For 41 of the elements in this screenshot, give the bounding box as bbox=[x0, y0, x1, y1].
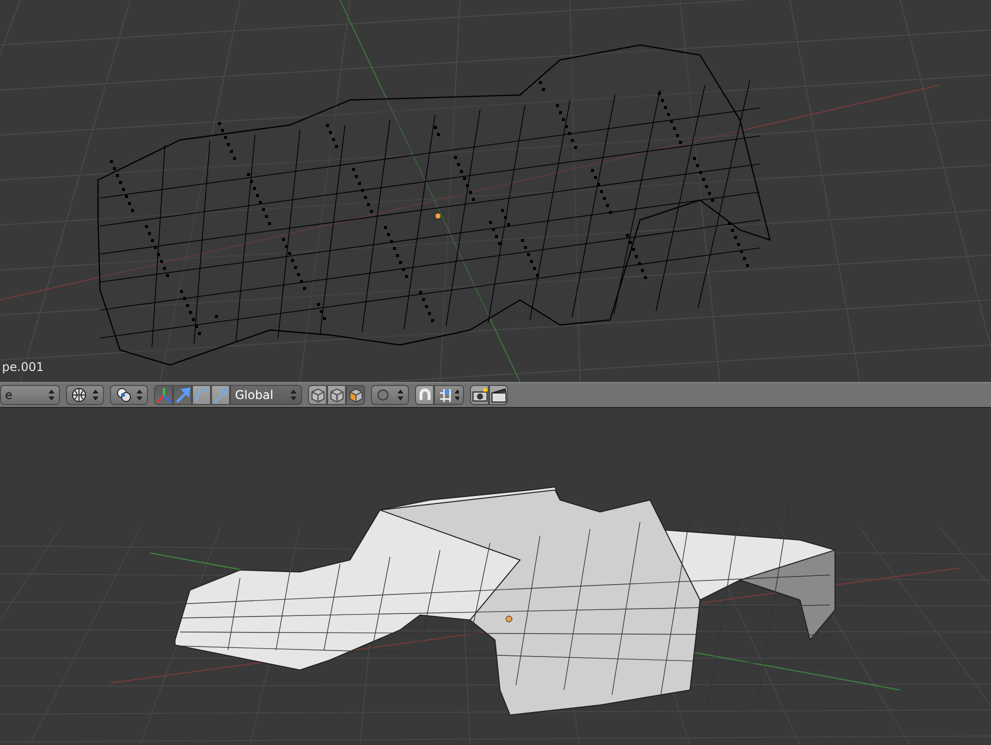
edge-select-toggle[interactable] bbox=[327, 385, 346, 405]
updown-icon bbox=[397, 389, 404, 401]
axes-toggle[interactable] bbox=[154, 385, 173, 405]
3d-viewport[interactable] bbox=[0, 407, 991, 745]
updown-icon bbox=[454, 389, 459, 401]
camera-icon bbox=[472, 387, 488, 403]
updown-icon bbox=[92, 389, 99, 401]
scale-toggle[interactable] bbox=[211, 385, 230, 405]
3d-viewport[interactable]: pe.001 bbox=[0, 0, 991, 382]
cube-icon bbox=[310, 387, 326, 403]
cube-icon bbox=[328, 387, 344, 403]
face-select-toggle[interactable] bbox=[346, 385, 365, 405]
magnet-icon bbox=[416, 387, 432, 403]
render-still-button[interactable] bbox=[470, 385, 489, 405]
pivot-icon bbox=[115, 387, 133, 403]
axes-icon bbox=[155, 386, 172, 404]
rotate-toggle[interactable] bbox=[192, 385, 211, 405]
orientation-dropdown[interactable]: Global bbox=[230, 385, 302, 405]
arc-icon bbox=[193, 386, 210, 404]
scale-handle-icon bbox=[212, 386, 229, 404]
snap-grid-icon bbox=[439, 387, 451, 403]
vertex-select-toggle[interactable] bbox=[308, 385, 327, 405]
cube-icon bbox=[348, 387, 364, 403]
translate-toggle[interactable] bbox=[173, 385, 192, 405]
origin-dot-icon bbox=[434, 212, 442, 220]
proportional-dropdown[interactable] bbox=[371, 385, 409, 405]
render-animation-button[interactable] bbox=[489, 385, 508, 405]
updown-icon bbox=[48, 389, 55, 401]
pivot-dropdown[interactable] bbox=[110, 385, 148, 405]
snap-element-dropdown[interactable] bbox=[434, 385, 464, 405]
updown-icon bbox=[290, 389, 297, 401]
mode-dropdown[interactable]: e bbox=[0, 385, 60, 405]
object-name-label: pe.001 bbox=[2, 360, 44, 374]
clapperboard-icon bbox=[490, 387, 506, 403]
origin-dot-icon bbox=[506, 616, 512, 622]
globe-icon bbox=[71, 387, 87, 403]
updown-icon bbox=[136, 389, 143, 401]
circle-icon bbox=[376, 388, 390, 402]
snap-toggle[interactable] bbox=[415, 385, 434, 405]
shading-dropdown[interactable] bbox=[66, 385, 104, 405]
arrow-icon bbox=[174, 386, 191, 404]
